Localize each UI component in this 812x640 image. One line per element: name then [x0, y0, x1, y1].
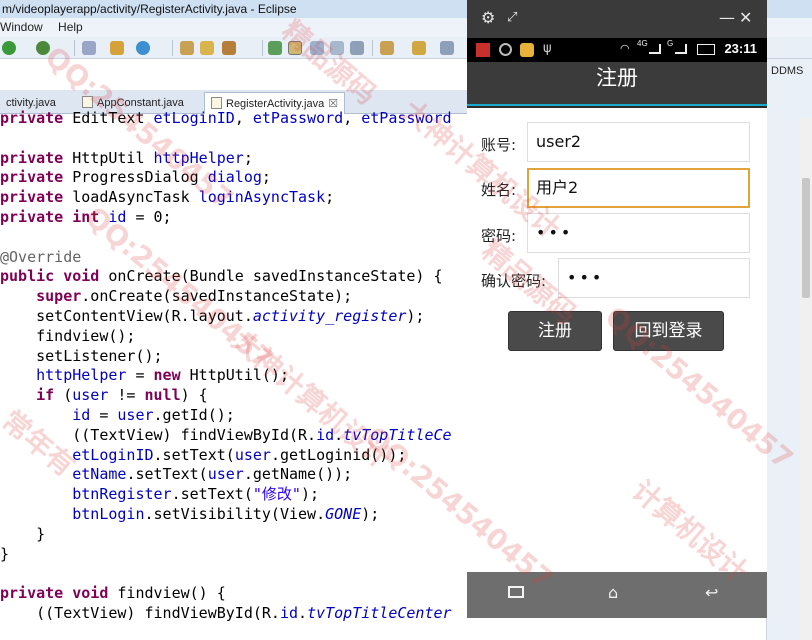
code-line: id = user.getId();	[72, 406, 235, 424]
code-line: etName.setText(user.getName());	[72, 465, 353, 484]
open-folder-icon[interactable]	[180, 41, 194, 55]
minimize-icon[interactable]: —	[719, 8, 735, 27]
toolbar-separator	[372, 40, 373, 56]
wifi-icon: ◠	[620, 42, 630, 55]
status-clock: 23:11	[724, 41, 757, 56]
outline-icon[interactable]	[330, 41, 344, 55]
toolbar-separator	[74, 40, 75, 56]
settings-icon[interactable]: ⚙	[481, 8, 495, 27]
account-label: 账号:	[481, 136, 517, 154]
open-file-icon[interactable]	[200, 41, 214, 55]
recent-apps-icon[interactable]	[508, 586, 524, 598]
code-line: @Override	[0, 247, 82, 266]
network-type-label: 4G	[637, 39, 648, 48]
class-icon[interactable]	[136, 41, 150, 55]
vertical-scrollbar[interactable]	[800, 118, 812, 640]
code-line: btnLogin.setVisibility(View.GONE);	[72, 505, 380, 523]
code-line: private HttpUtil httpHelper;	[0, 148, 253, 167]
name-input[interactable]: 用户2	[527, 168, 750, 208]
android-nav-bar: ⌂ ↩	[467, 572, 767, 618]
register-button[interactable]: 注册	[508, 311, 602, 351]
page-title: 注册	[596, 66, 638, 90]
tool-icon[interactable]	[222, 41, 236, 55]
signal-icon	[649, 44, 661, 54]
highlight-icon[interactable]	[288, 41, 302, 55]
code-line: setContentView(R.layout.activity_registe…	[0, 307, 425, 325]
close-icon[interactable]: ✕	[739, 8, 752, 27]
code-line: private int id = 0;	[0, 208, 172, 226]
toolbar-separator	[172, 40, 173, 56]
name-label: 姓名:	[481, 181, 517, 199]
format-icon[interactable]	[310, 41, 324, 55]
notification-app-icon	[476, 43, 490, 57]
menu-help[interactable]: Help	[58, 18, 83, 37]
back-icon[interactable]	[440, 41, 454, 55]
password-input[interactable]: •••	[527, 213, 750, 253]
code-line: btnRegister.setText("修改");	[72, 485, 319, 504]
paragraph-icon[interactable]	[350, 41, 364, 55]
fullscreen-icon[interactable]: ⤢	[507, 10, 517, 25]
battery-icon	[697, 44, 715, 55]
sync-icon	[499, 43, 512, 56]
code-line: httpHelper = new HttpUtil();	[36, 366, 289, 385]
network-type-label-2: G	[667, 39, 674, 48]
code-line: if (user != null) {	[36, 386, 208, 405]
code-line: public void onCreate(Bundle savedInstanc…	[0, 267, 443, 286]
package-icon[interactable]	[110, 41, 124, 55]
back-icon[interactable]: ↩	[705, 583, 718, 602]
back-to-login-button[interactable]: 回到登录	[613, 311, 724, 351]
code-line: ((TextView) findViewById(R.id.tvTopTitle…	[0, 425, 452, 444]
ddms-perspective-label[interactable]: DDMS	[771, 65, 803, 77]
emulator-toolbar: ⚙ ⤢ — ✕	[467, 0, 767, 38]
menu-window[interactable]: Window	[0, 18, 43, 37]
emulator-window: ⚙ ⤢ — ✕ ψ ◠ 4G G 23:11 注册 账号: user2 姓名: …	[467, 0, 767, 618]
code-line: etLoginID.setText(user.getLoginid());	[72, 445, 407, 464]
scrollbar-thumb[interactable]	[802, 178, 810, 298]
debug-icon[interactable]	[36, 41, 50, 55]
code-line: ((TextView) findViewById(R.id.tvTopTitle…	[0, 604, 452, 622]
code-line: super.onCreate(savedInstanceState);	[36, 287, 353, 306]
pin-icon[interactable]	[380, 41, 394, 55]
code-line: private ProgressDialog dialog;	[0, 168, 271, 187]
android-status-bar: ψ ◠ 4G G 23:11	[467, 38, 767, 62]
confirm-password-label: 确认密码:	[481, 272, 547, 290]
code-editor[interactable]: private EditText etLoginID, etPassword, …	[0, 104, 470, 640]
code-line: setListener();	[0, 346, 163, 365]
signal-icon-2	[675, 44, 687, 54]
code-line: private loadAsyncTask loginAsyncTask;	[0, 188, 335, 207]
toolbar-separator	[262, 40, 263, 56]
account-input[interactable]: user2	[527, 122, 750, 162]
app-title-bar: 注册	[467, 62, 767, 106]
code-line: }	[0, 544, 10, 563]
confirm-password-input[interactable]: •••	[558, 258, 750, 298]
code-line: }	[0, 524, 46, 543]
run-icon[interactable]	[2, 41, 16, 55]
usb-icon: ψ	[543, 41, 552, 56]
home-icon[interactable]: ⌂	[608, 583, 618, 602]
code-line: private void findview() {	[0, 584, 226, 603]
app-store-icon	[520, 43, 534, 57]
pointer-icon[interactable]	[82, 41, 96, 55]
password-label: 密码:	[481, 227, 517, 245]
marker-icon[interactable]	[268, 41, 282, 55]
register-form-screen: 账号: user2 姓名: 用户2 密码: ••• 确认密码: ••• 注册 回…	[467, 108, 767, 572]
next-annotation-icon[interactable]	[412, 41, 426, 55]
code-line: private EditText etLoginID, etPassword, …	[0, 109, 452, 127]
code-line: findview();	[0, 326, 136, 345]
